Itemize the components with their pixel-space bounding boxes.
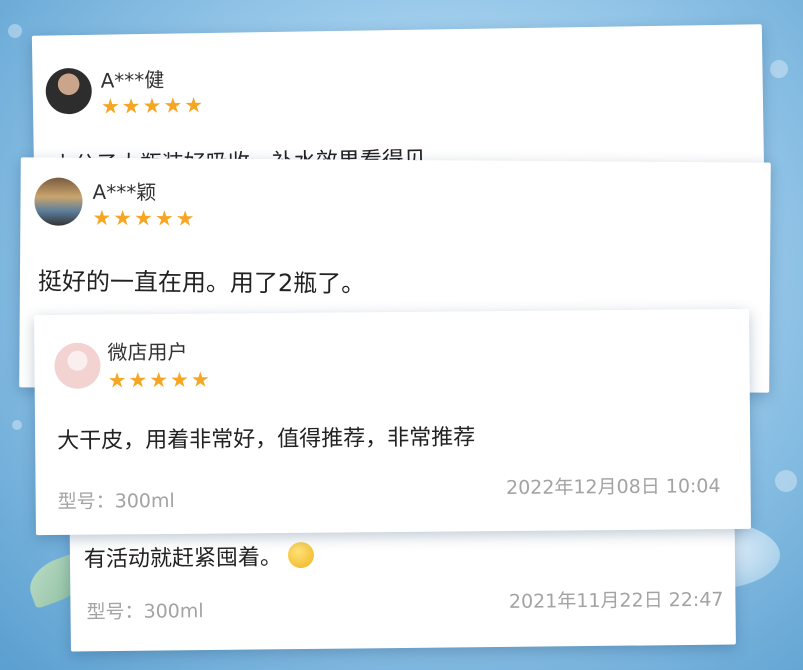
star-icon: ★ bbox=[163, 93, 183, 118]
reviewer-name: A***颖 bbox=[92, 179, 157, 205]
background-bubble bbox=[8, 24, 22, 38]
reviewer-name: 微店用户 bbox=[107, 339, 188, 365]
star-icon: ★ bbox=[100, 94, 121, 119]
star-icon: ★ bbox=[113, 206, 133, 231]
review-card: 微店用户 ★★★★★ 大干皮，用着非常好，值得推荐，非常推荐 型号：300ml … bbox=[34, 308, 751, 536]
review-datetime: 2022年12月08日 10:04 bbox=[505, 475, 721, 500]
avatar[interactable] bbox=[45, 67, 93, 115]
reviewer-name: A***健 bbox=[100, 67, 165, 93]
star-icon: ★ bbox=[142, 93, 162, 119]
star-icon: ★ bbox=[170, 367, 190, 392]
default-avatar-icon[interactable] bbox=[54, 342, 101, 389]
background-bubble bbox=[12, 420, 22, 430]
rating-stars: ★★★★★ bbox=[107, 367, 212, 393]
star-icon: ★ bbox=[107, 368, 127, 393]
rating-stars: ★★★★★ bbox=[100, 93, 205, 119]
background-bubble bbox=[770, 60, 788, 78]
avatar[interactable] bbox=[34, 177, 83, 226]
star-icon: ★ bbox=[128, 368, 148, 393]
star-icon: ★ bbox=[175, 206, 195, 231]
product-model: 型号：300ml bbox=[57, 489, 175, 513]
star-icon: ★ bbox=[121, 94, 141, 119]
review-text-content: 有活动就赶紧囤着。 bbox=[83, 545, 283, 573]
review-text: 大干皮，用着非常好，值得推荐，非常推荐 bbox=[57, 425, 476, 454]
review-text: 有活动就赶紧囤着。 bbox=[83, 539, 315, 573]
star-icon: ★ bbox=[190, 367, 210, 392]
product-model: 型号：300ml bbox=[86, 600, 204, 624]
review-text: 挺好的一直在用。用了2瓶了。 bbox=[37, 267, 366, 298]
star-icon: ★ bbox=[154, 206, 174, 231]
star-icon: ★ bbox=[133, 206, 153, 231]
rating-stars: ★★★★★ bbox=[92, 205, 196, 231]
review-datetime: 2021年11月22日 22:47 bbox=[508, 588, 724, 613]
smiley-emoji-icon bbox=[287, 541, 315, 569]
star-icon: ★ bbox=[149, 367, 169, 393]
star-icon: ★ bbox=[92, 205, 112, 231]
star-icon: ★ bbox=[184, 93, 204, 118]
background-bubble bbox=[775, 470, 797, 492]
